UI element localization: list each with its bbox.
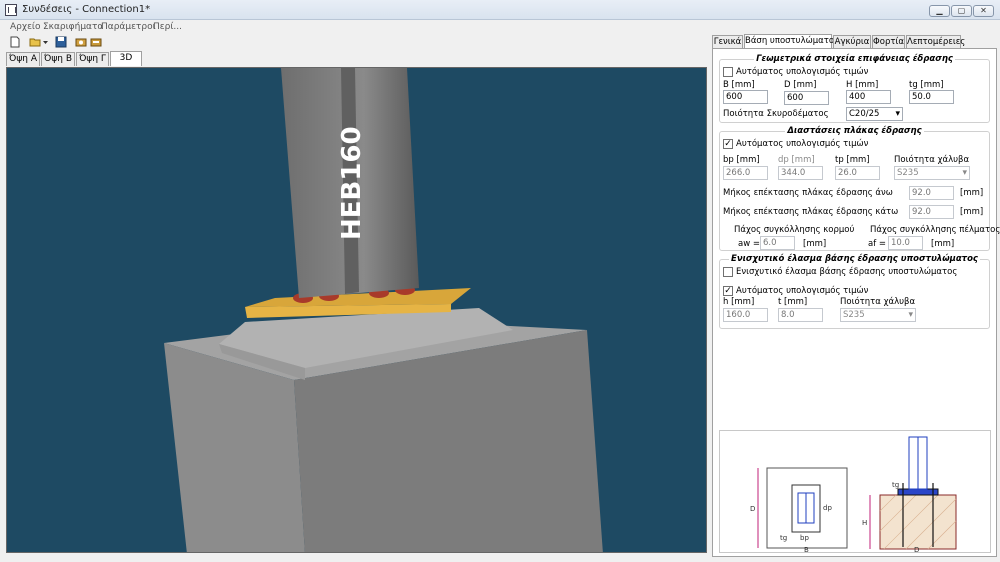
elev-tg-dimension: tg <box>892 481 899 489</box>
ext-top-input[interactable]: 92.0 <box>909 186 954 200</box>
plan-bp-dimension: bp <box>800 534 809 542</box>
print-icon[interactable] <box>90 36 102 48</box>
aw-input[interactable]: 6.0 <box>760 236 795 250</box>
tab-column-base[interactable]: Βάση υποστυλώματος <box>744 34 839 49</box>
flange-weld-label: Πάχος συγκόλλησης πέλματος <box>870 225 1000 235</box>
plan-d-dimension: D <box>750 505 755 513</box>
title-bar: Συνδέσεις - Connection1* ▁ ▢ ✕ <box>0 0 1000 20</box>
new-file-icon[interactable] <box>9 36 21 48</box>
web-weld-label: Πάχος συγκόλλησης κορμού <box>734 225 855 235</box>
column-base-panel: Γεωμετρικά στοιχεία επιφάνειας έδρασης Α… <box>712 48 1000 558</box>
tab-view-a[interactable]: Όψη Α <box>6 52 40 66</box>
plan-dp-dimension: dp <box>823 504 832 512</box>
af-unit: [mm] <box>931 239 955 249</box>
tp-label: tp [mm] <box>835 155 870 165</box>
elevation-pedestal <box>879 494 957 550</box>
d-label: D [mm] <box>784 80 817 90</box>
column-label: HEB160 <box>337 126 367 240</box>
base-preview-drawing: D B bp dp tg H tg D <box>719 430 991 558</box>
af-input[interactable]: 10.0 <box>888 236 923 250</box>
stiffener-t-input[interactable]: 8.0 <box>778 308 823 322</box>
plate-steel-select[interactable]: S235 <box>894 166 970 180</box>
aw-label: aw = <box>738 239 760 249</box>
maximize-button[interactable]: ▢ <box>951 5 972 17</box>
stiffener-steel-select[interactable]: S235 <box>840 308 916 322</box>
ext-top-label: Μήκος επέκτασης πλάκας έδρασης άνω <box>723 188 893 198</box>
minimize-button[interactable]: ▁ <box>929 5 950 17</box>
tab-view-b[interactable]: Όψη Β <box>41 52 75 66</box>
close-button[interactable]: ✕ <box>973 5 994 17</box>
tab-details[interactable]: Λεπτομέρειες <box>906 35 965 48</box>
window-title: Συνδέσεις - Connection1* <box>22 4 151 15</box>
save-icon[interactable] <box>55 36 67 48</box>
plan-tg-dimension: tg <box>780 534 787 542</box>
dp-label: dp [mm] <box>778 155 815 165</box>
menu-about[interactable]: Περί... <box>153 22 182 32</box>
elev-h-dimension: H <box>862 519 867 527</box>
screenshot-icon[interactable] <box>75 36 87 48</box>
h-input[interactable]: 400 <box>846 90 891 104</box>
h-label: H [mm] <box>846 80 879 90</box>
stiffener-h-label: h [mm] <box>723 297 755 307</box>
ext-top-unit: [mm] <box>960 188 984 198</box>
open-folder-icon[interactable] <box>29 36 41 48</box>
stiffener-auto-checkbox[interactable]: ✓ <box>723 286 733 296</box>
bearing-geometry-group: Γεωμετρικά στοιχεία επιφάνειας έδρασης Α… <box>719 54 990 123</box>
stiffener-enable-label: Ενισχυτικό έλασμα βάσης έδρασης υποστυλώ… <box>736 267 958 277</box>
tg-input[interactable]: 50.0 <box>909 90 954 104</box>
3d-viewport[interactable]: HEB160 <box>6 67 707 553</box>
base-plate-group: Διαστάσεις πλάκας έδρασης ✓ Αυτόματος υπ… <box>719 126 1000 251</box>
geom-auto-label: Αυτόματος υπολογισμός τιμών <box>736 67 869 77</box>
stiffener-steel-label: Ποιότητα χάλυβα <box>840 297 916 307</box>
ext-bot-input[interactable]: 92.0 <box>909 205 954 219</box>
open-dropdown-icon[interactable] <box>42 36 49 48</box>
tab-loads[interactable]: Φορτία <box>872 35 905 48</box>
af-label: af = <box>868 239 887 249</box>
d-input[interactable]: 600 <box>784 91 829 105</box>
geom-auto-checkbox[interactable] <box>723 67 733 77</box>
menu-parameters[interactable]: Παράμετροι <box>101 22 156 32</box>
tab-3d[interactable]: 3D <box>110 51 142 66</box>
menu-bar: Αρχείο Σκαριφήματα Παράμετροι Περί... <box>0 20 1000 34</box>
stiffener-enable-checkbox[interactable] <box>723 267 733 277</box>
elevation-base-plate <box>897 488 939 496</box>
tg-label: tg [mm] <box>909 80 944 90</box>
ext-bot-unit: [mm] <box>960 207 984 217</box>
menu-file[interactable]: Αρχείο <box>10 22 41 32</box>
stiffener-title: Ενισχυτικό έλασμα βάσης έδρασης υποστυλώ… <box>729 254 980 264</box>
base-plate-title: Διαστάσεις πλάκας έδρασης <box>785 126 924 136</box>
plate-auto-checkbox[interactable]: ✓ <box>723 139 733 149</box>
stiffener-auto-label: Αυτόματος υπολογισμός τιμών <box>736 286 869 296</box>
b-input[interactable]: 600 <box>723 90 768 104</box>
aw-unit: [mm] <box>803 239 827 249</box>
stiffener-h-input[interactable]: 160.0 <box>723 308 768 322</box>
tp-input[interactable]: 26.0 <box>835 166 880 180</box>
properties-pane: Γενικά Βάση υποστυλώματος Αγκύρια Φορτία… <box>709 34 1000 562</box>
concrete-label: Ποιότητα Σκυροδέματος <box>723 109 829 119</box>
plan-b-dimension: B <box>804 546 809 554</box>
stiffener-t-label: t [mm] <box>778 297 808 307</box>
menu-sketches[interactable]: Σκαριφήματα <box>43 22 103 32</box>
tab-general[interactable]: Γενικά <box>712 35 743 48</box>
stiffener-group: Ενισχυτικό έλασμα βάσης έδρασης υποστυλώ… <box>719 254 990 329</box>
bearing-geometry-title: Γεωμετρικά στοιχεία επιφάνειας έδρασης <box>754 54 955 64</box>
tab-anchors[interactable]: Αγκύρια <box>833 35 871 48</box>
tab-view-c[interactable]: Όψη Γ <box>76 52 109 66</box>
app-icon <box>5 4 17 16</box>
toolbar <box>0 34 706 50</box>
plate-steel-label: Ποιότητα χάλυβα <box>894 155 970 165</box>
elev-d-dimension: D <box>914 546 919 554</box>
bp-input[interactable]: 266.0 <box>723 166 768 180</box>
plate-auto-label: Αυτόματος υπολογισμός τιμών <box>736 139 869 149</box>
concrete-select[interactable]: C20/25 <box>846 107 903 121</box>
b-label: B [mm] <box>723 80 755 90</box>
bp-label: bp [mm] <box>723 155 760 165</box>
ext-bot-label: Μήκος επέκτασης πλάκας έδρασης κάτω <box>723 207 899 217</box>
dp-input[interactable]: 344.0 <box>778 166 823 180</box>
